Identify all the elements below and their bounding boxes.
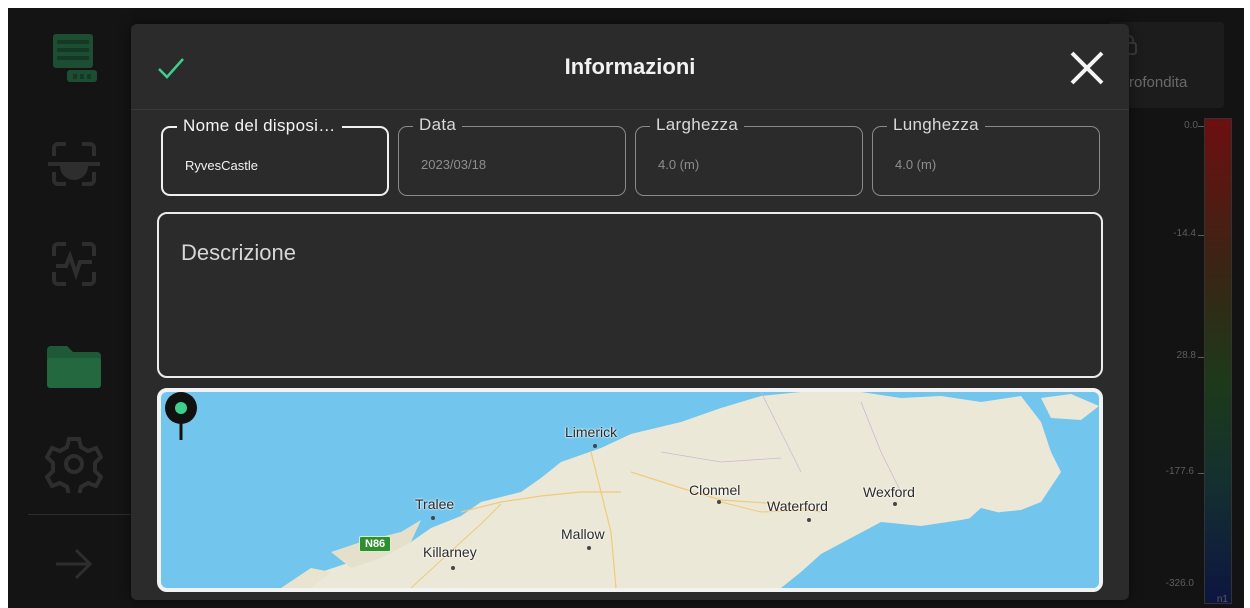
scale-tick-label: -177.6: [1165, 466, 1194, 477]
map-city-dot: [593, 444, 597, 448]
map-place-tralee: Tralee: [415, 496, 455, 512]
date-value[interactable]: 2023/03/18: [421, 157, 486, 172]
sidebar: [8, 8, 132, 608]
scale-tick-label: 28.8: [1176, 350, 1196, 361]
scale-tick-label: -326.0: [1165, 578, 1194, 589]
scale-tick: [1198, 357, 1204, 358]
dialog-title: Informazioni: [564, 54, 696, 79]
width-field[interactable]: Larghezza 4.0 (m): [635, 115, 863, 196]
map-place-killarney: Killarney: [423, 544, 477, 560]
map-place-wexford: Wexford: [863, 484, 915, 500]
device-name-label: Nome del disposi…: [177, 116, 342, 136]
map-place-mallow: Mallow: [561, 526, 605, 542]
length-value[interactable]: 4.0 (m): [895, 157, 936, 172]
scale-tick-label: -14.4: [1173, 228, 1196, 239]
signal-icon[interactable]: [44, 234, 104, 294]
width-value[interactable]: 4.0 (m): [658, 157, 699, 172]
map-land-shape: [281, 392, 1099, 588]
close-button[interactable]: [1067, 48, 1107, 88]
length-label: Lunghezza: [887, 115, 985, 135]
depth-color-scale: [1204, 118, 1232, 604]
map-place-clonmel: Clonmel: [689, 482, 741, 498]
length-field[interactable]: Lunghezza 4.0 (m): [872, 115, 1100, 196]
device-name-field[interactable]: Nome del disposi… RyvesCastle: [161, 116, 389, 196]
map-place-limerick: Limerick: [565, 424, 618, 440]
scan-icon[interactable]: [44, 134, 104, 194]
road-badge-n86: N86: [359, 536, 392, 552]
map-city-dot: [807, 518, 811, 522]
map-place-waterford: Waterford: [767, 498, 828, 514]
close-icon: [1070, 51, 1104, 85]
location-map[interactable]: Limerick Tralee Clonmel Waterford Wexfor…: [157, 388, 1103, 592]
info-dialog: Informazioni Nome del disposi… RyvesCast…: [131, 24, 1129, 600]
device-name-value[interactable]: RyvesCastle: [185, 158, 258, 173]
scale-unit: n1: [1216, 594, 1228, 605]
map-city-dot: [451, 566, 455, 570]
arrow-right-icon[interactable]: [44, 534, 104, 594]
depth-tab-label: rofondita: [1129, 74, 1188, 91]
date-label: Data: [413, 115, 463, 135]
sidebar-divider: [28, 514, 132, 515]
map-city-dot: [893, 502, 897, 506]
description-input[interactable]: Descrizione: [157, 212, 1103, 378]
description-placeholder: Descrizione: [181, 240, 296, 265]
scale-tick: [1198, 126, 1204, 127]
map-pin-icon[interactable]: [161, 392, 201, 442]
scale-tick-label: 0.0: [1184, 120, 1198, 131]
dialog-header: Informazioni: [131, 24, 1129, 110]
settings-icon[interactable]: [44, 434, 104, 494]
map-city-dot: [717, 500, 721, 504]
scale-tick: [1198, 473, 1204, 474]
folder-icon[interactable]: [44, 336, 104, 396]
device-list-icon[interactable]: [44, 28, 104, 88]
scale-tick: [1198, 235, 1204, 236]
date-field[interactable]: Data 2023/03/18: [398, 115, 626, 196]
map-city-dot: [431, 516, 435, 520]
width-label: Larghezza: [650, 115, 745, 135]
map-city-dot: [587, 546, 591, 550]
